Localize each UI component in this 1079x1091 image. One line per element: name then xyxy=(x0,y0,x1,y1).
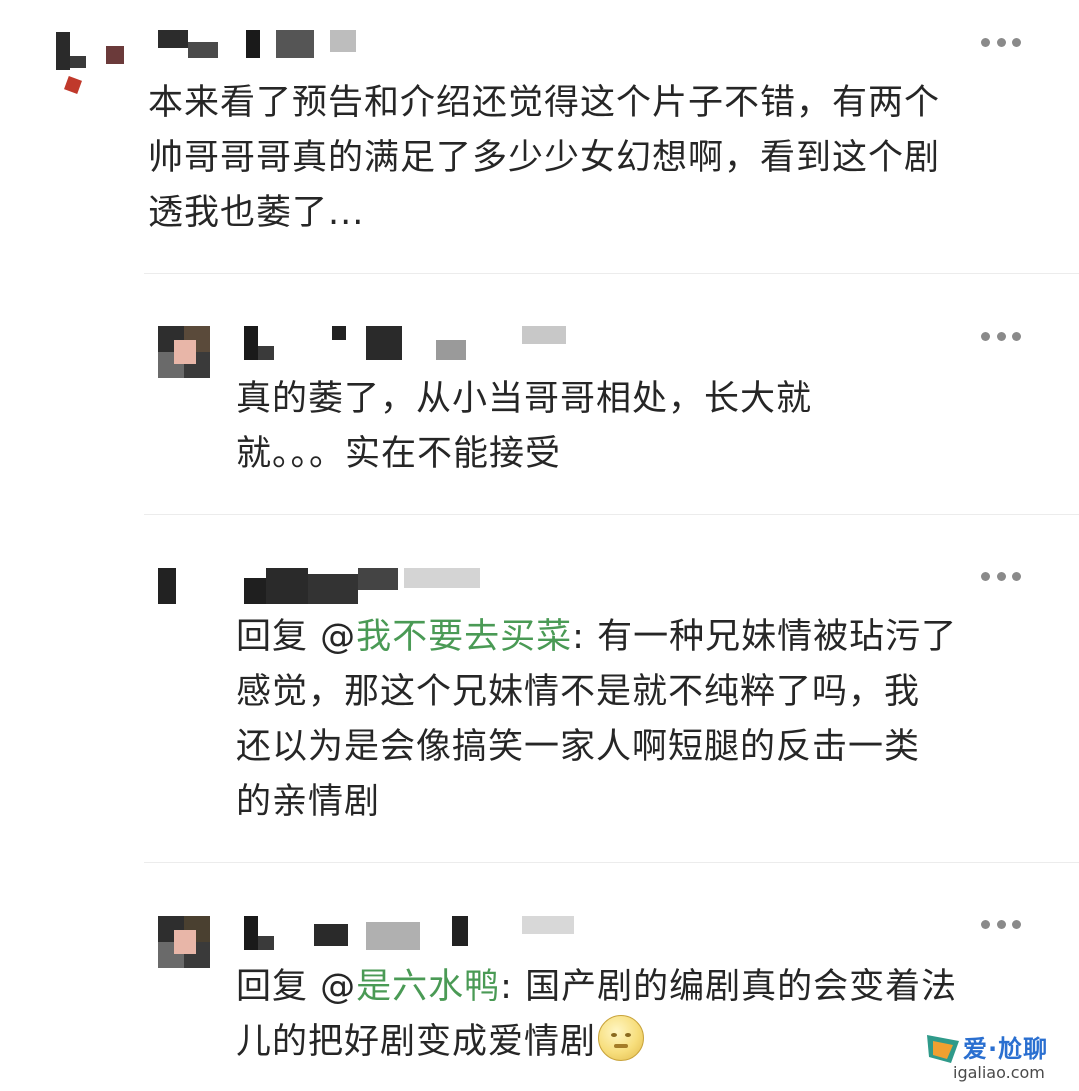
site-watermark: 爱·尬聊 igaliao.com xyxy=(923,1027,1073,1087)
username-redacted[interactable] xyxy=(158,30,398,58)
avatar[interactable] xyxy=(48,30,128,100)
more-dots-icon[interactable] xyxy=(981,330,1021,342)
watermark-title: 爱·尬聊 xyxy=(963,1035,1049,1063)
comment-text: 真的萎了，从小当哥哥相处，长大就 就。。。实在不能接受 xyxy=(236,379,813,474)
comment-4: 回复 @是六水鸭: 国产剧的编剧真的会变着法 儿的把好剧变成爱情剧 xyxy=(0,888,1079,1091)
comment-3: 回复 @我不要去买菜: 有一种兄妹情被玷污了 感觉，那这个兄妹情不是就不纯粹了吗… xyxy=(0,540,1079,862)
comment-text: 回复 @我不要去买菜: 有一种兄妹情被玷污了 感觉，那这个兄妹情不是就不纯粹了吗… xyxy=(236,610,1046,830)
username-redacted[interactable] xyxy=(244,568,494,604)
more-dots-icon[interactable] xyxy=(981,36,1021,48)
comment-text: 本来看了预告和介绍还觉得这个片子不错，有两个 帅哥哥哥真的满足了多少少女幻想啊，… xyxy=(148,83,941,233)
more-dots-icon[interactable] xyxy=(981,570,1021,582)
comment-1: 本来看了预告和介绍还觉得这个片子不错，有两个 帅哥哥哥真的满足了多少少女幻想啊，… xyxy=(0,0,1079,275)
avatar[interactable] xyxy=(158,326,210,378)
mention-link[interactable]: 我不要去买菜 xyxy=(356,617,572,657)
watermark-logo-icon xyxy=(927,1035,959,1063)
more-dots-icon[interactable] xyxy=(981,918,1021,930)
username-redacted[interactable] xyxy=(244,916,584,950)
avatar[interactable] xyxy=(158,568,210,620)
watermark-site: igaliao.com xyxy=(953,1063,1045,1082)
divider xyxy=(144,514,1079,515)
divider xyxy=(144,273,1079,274)
smile-emoji-icon xyxy=(598,1015,645,1061)
divider xyxy=(144,862,1079,863)
username-redacted[interactable] xyxy=(244,326,574,360)
comment-2: 真的萎了，从小当哥哥相处，长大就 就。。。实在不能接受 xyxy=(0,300,1079,515)
avatar[interactable] xyxy=(158,916,210,968)
mention-link[interactable]: 是六水鸭 xyxy=(356,967,500,1007)
reply-prefix: 回复 @ xyxy=(236,967,357,1007)
reply-prefix: 回复 @ xyxy=(236,617,357,657)
